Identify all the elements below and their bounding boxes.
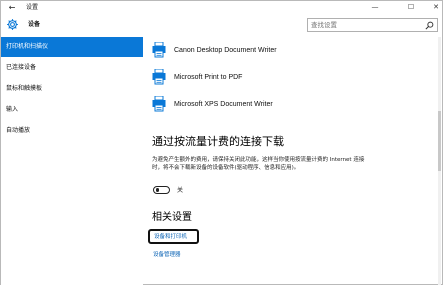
printer-name: Canon Desktop Document Writer: [174, 47, 277, 54]
minimize-button[interactable]: —: [364, 1, 386, 14]
settings-window: ← 设置 — ☐ ✕ 设备 打印机和扫描仪 已连接设备 鼠标和触摸板 输入 自动…: [0, 0, 443, 285]
printer-item[interactable]: Microsoft XPS Document Writer: [152, 96, 432, 114]
sidebar-item-printers-scanners[interactable]: 打印机和扫描仪: [1, 37, 143, 57]
page-title: 设备: [28, 21, 41, 28]
scroll-thumb[interactable]: [438, 111, 441, 171]
search-input[interactable]: [311, 20, 421, 30]
printer-icon: [152, 96, 166, 112]
main-content: Canon Desktop Document Writer Microsoft …: [143, 37, 442, 285]
toggle-knob: [155, 188, 160, 192]
metered-download-toggle[interactable]: [153, 186, 170, 194]
metered-download-description: 为避免产生额外的费用，请保持关闭此功能，这样当你使用按流量计费的 Interne…: [152, 157, 365, 171]
printer-name: Microsoft Print to PDF: [174, 74, 243, 81]
page-header: 设备: [1, 15, 442, 35]
sidebar-item-autoplay[interactable]: 自动播放: [1, 121, 143, 141]
related-settings-heading: 相关设置: [152, 212, 192, 223]
title-bar: ← 设置 — ☐ ✕: [1, 1, 442, 14]
gear-icon: [7, 19, 18, 30]
maximize-button[interactable]: ☐: [400, 1, 422, 14]
printer-item[interactable]: Microsoft Print to PDF: [152, 69, 432, 87]
sidebar: 打印机和扫描仪 已连接设备 鼠标和触摸板 输入 自动播放: [1, 37, 143, 285]
devices-printers-link-highlight[interactable]: 设备和打印机: [148, 229, 199, 244]
sidebar-item-connected-devices[interactable]: 已连接设备: [1, 58, 143, 78]
window-title: 设置: [26, 4, 39, 11]
sidebar-item-typing[interactable]: 输入: [1, 100, 143, 120]
printer-name: Microsoft XPS Document Writer: [174, 101, 273, 108]
close-button[interactable]: ✕: [425, 1, 443, 14]
printer-icon: [152, 69, 166, 85]
metered-download-heading: 通过按流量计费的连接下载: [152, 135, 284, 148]
back-button[interactable]: ←: [6, 1, 18, 14]
sidebar-item-mouse-touchpad[interactable]: 鼠标和触摸板: [1, 79, 143, 99]
scrollbar[interactable]: [438, 37, 441, 285]
device-manager-link[interactable]: 设备管理器: [153, 251, 181, 259]
search-icon[interactable]: [425, 21, 434, 30]
search-box[interactable]: [307, 18, 438, 32]
printer-item[interactable]: Canon Desktop Document Writer: [152, 42, 432, 60]
devices-printers-link[interactable]: 设备和打印机: [154, 233, 187, 241]
toggle-state-label: 关: [177, 187, 184, 194]
printer-icon: [152, 42, 166, 58]
